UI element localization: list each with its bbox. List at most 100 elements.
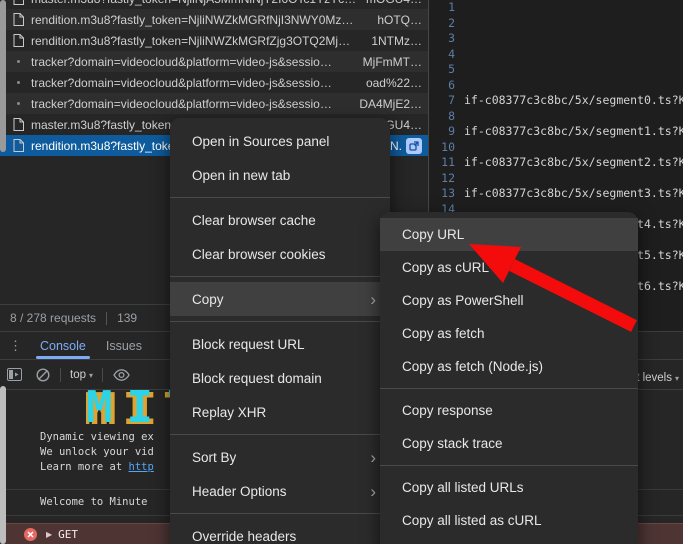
submenu-item-copy-stack-trace[interactable]: Copy stack trace xyxy=(380,427,638,460)
menu-item-open-in-sources-panel[interactable]: Open in Sources panel xyxy=(170,124,390,158)
drawer-menu-icon[interactable]: ⋮ xyxy=(0,338,30,354)
line-number: 2 xyxy=(430,16,464,32)
submenu-item-copy-as-curl[interactable]: Copy as cURL xyxy=(380,251,638,284)
chevron-right-icon: › xyxy=(370,449,376,466)
code-line: 1 xyxy=(430,0,683,16)
transferred-size: 139 xyxy=(107,311,147,325)
code-line: 3 xyxy=(430,31,683,47)
error-icon xyxy=(24,528,37,541)
chevron-right-icon: › xyxy=(370,483,376,500)
request-name-tail: mOGU4… xyxy=(366,0,422,6)
menu-item-label: Block request URL xyxy=(192,337,305,352)
chevron-down-icon: ▾ xyxy=(675,374,679,383)
menu-item-block-request-url[interactable]: Block request URL xyxy=(170,327,390,361)
menu-separator xyxy=(170,513,390,514)
log-levels-dropdown[interactable]: t levels▾ xyxy=(636,372,679,384)
code-line: 4 xyxy=(430,47,683,63)
tab-console[interactable]: Console xyxy=(30,332,96,359)
clear-console-icon[interactable] xyxy=(36,368,50,382)
code-line: 8 xyxy=(430,109,683,125)
menu-item-header-options[interactable]: Header Options › xyxy=(170,474,390,508)
menu-item-open-in-new-tab[interactable]: Open in new tab xyxy=(170,158,390,192)
scrollbar-thumb[interactable] xyxy=(0,0,6,152)
menu-separator xyxy=(380,388,638,389)
code-line: 12 xyxy=(430,171,683,187)
menu-item-label: Copy as PowerShell xyxy=(402,293,524,308)
line-content: if-c08377c3c8bc/5x/segment3.ts?Ke xyxy=(464,186,683,202)
menu-item-override-headers[interactable]: Override headers xyxy=(170,519,390,544)
document-icon xyxy=(10,13,26,26)
javascript-context-dropdown[interactable]: top▾ xyxy=(70,369,93,381)
open-in-sources-badge-icon[interactable] xyxy=(406,138,422,154)
chevron-down-icon: ▾ xyxy=(89,371,93,380)
request-name-tail: MjFmMT… xyxy=(363,55,422,69)
console-sidebar-icon[interactable] xyxy=(7,368,22,381)
dot-icon xyxy=(10,60,26,63)
log-levels-label: t levels xyxy=(636,372,672,384)
network-request-row[interactable]: master.m3u8?fastly_token=NjliNjA5MmNiNjY… xyxy=(0,0,428,9)
code-line: 2 xyxy=(430,16,683,32)
line-number: 8 xyxy=(430,109,464,125)
submenu-item-copy-all-listed-as-curl[interactable]: Copy all listed as cURL xyxy=(380,504,638,537)
menu-item-label: Block request domain xyxy=(192,371,322,386)
menu-item-label: Copy xyxy=(192,292,224,307)
menu-separator xyxy=(170,276,390,277)
submenu-item-copy-as-powershell[interactable]: Copy as PowerShell xyxy=(380,284,638,317)
submenu-item-copy-all-listed-urls[interactable]: Copy all listed URLs xyxy=(380,471,638,504)
menu-separator xyxy=(170,434,390,435)
network-context-menu: Open in Sources panel Open in new tab Clea… xyxy=(170,118,390,544)
menu-item-label: Open in new tab xyxy=(192,168,290,183)
document-icon xyxy=(10,0,26,5)
submenu-item-copy-as-fetch-node-js-[interactable]: Copy as fetch (Node.js) xyxy=(380,350,638,383)
menu-item-label: Open in Sources panel xyxy=(192,134,329,149)
code-line: 9if-c08377c3c8bc/5x/segment1.ts?Ke xyxy=(430,124,683,140)
toolbar-separator xyxy=(102,368,103,382)
menu-separator xyxy=(380,465,638,466)
menu-item-label: Copy all listed as cURL xyxy=(402,513,542,528)
menu-item-label: Copy all listed URLs xyxy=(402,480,524,495)
menu-item-clear-browser-cookies[interactable]: Clear browser cookies xyxy=(170,237,390,271)
menu-item-clear-browser-cache[interactable]: Clear browser cache xyxy=(170,203,390,237)
network-request-row[interactable]: tracker?domain=videocloud&platform=video… xyxy=(0,93,428,114)
menu-item-label: Header Options xyxy=(192,484,287,499)
menu-item-block-request-domain[interactable]: Block request domain xyxy=(170,361,390,395)
request-name-tail: hOTQ… xyxy=(377,13,422,27)
line-number: 6 xyxy=(430,78,464,94)
network-request-row[interactable]: tracker?domain=videocloud&platform=video… xyxy=(0,72,428,93)
line-number: 7 xyxy=(430,93,464,109)
expand-triangle-icon[interactable]: ▶ xyxy=(46,530,52,539)
tab-console-label: Console xyxy=(40,339,86,353)
request-name: rendition.m3u8?fastly_token=NjliNWZkMGRf… xyxy=(31,13,375,27)
line-number: 5 xyxy=(430,62,464,78)
request-name: tracker?domain=videocloud&platform=video… xyxy=(31,55,361,69)
menu-item-sort-by[interactable]: Sort By› xyxy=(170,440,390,474)
code-line: 7if-c08377c3c8bc/5x/segment0.ts?Ke xyxy=(430,93,683,109)
menu-item-label: Copy URL xyxy=(402,227,464,242)
menu-item-replay-xhr[interactable]: Replay XHR xyxy=(170,395,390,429)
request-name-tail: GU4… xyxy=(385,118,422,132)
menu-item-copy[interactable]: Copy › xyxy=(170,282,390,316)
network-request-row[interactable]: rendition.m3u8?fastly_token=NjliNWZkMGRf… xyxy=(0,30,428,51)
line-number: 13 xyxy=(430,186,464,202)
code-line: 11if-c08377c3c8bc/5x/segment2.ts?Ke xyxy=(430,155,683,171)
line-content: if-c08377c3c8bc/5x/segment1.ts?Ke xyxy=(464,124,683,140)
submenu-item-copy-response[interactable]: Copy response xyxy=(380,394,638,427)
menu-item-label: Copy as fetch xyxy=(402,326,485,341)
request-name-tail: DA4MjE2… xyxy=(359,97,422,111)
network-request-row[interactable]: rendition.m3u8?fastly_token=NjliNWZkMGRf… xyxy=(0,9,428,30)
scrollbar-thumb[interactable] xyxy=(0,386,6,544)
menu-separator xyxy=(170,321,390,322)
line-content: if-c08377c3c8bc/5x/segment2.ts?Ke xyxy=(464,155,683,171)
learn-more-text: Learn more at xyxy=(40,461,129,473)
network-request-row[interactable]: tracker?domain=videocloud&platform=video… xyxy=(0,51,428,72)
menu-separator xyxy=(170,197,390,198)
chevron-right-icon: › xyxy=(370,291,376,308)
context-label: top xyxy=(70,369,86,381)
line-content: if-c08377c3c8bc/5x/segment0.ts?Ke xyxy=(464,93,683,109)
tab-issues[interactable]: Issues xyxy=(96,332,152,359)
submenu-item-copy-url[interactable]: Copy URL xyxy=(380,218,638,251)
live-expression-eye-icon[interactable] xyxy=(113,369,130,381)
submenu-item-copy-as-fetch[interactable]: Copy as fetch xyxy=(380,317,638,350)
learn-more-link[interactable]: http xyxy=(129,461,154,473)
menu-item-label: Clear browser cookies xyxy=(192,247,326,262)
